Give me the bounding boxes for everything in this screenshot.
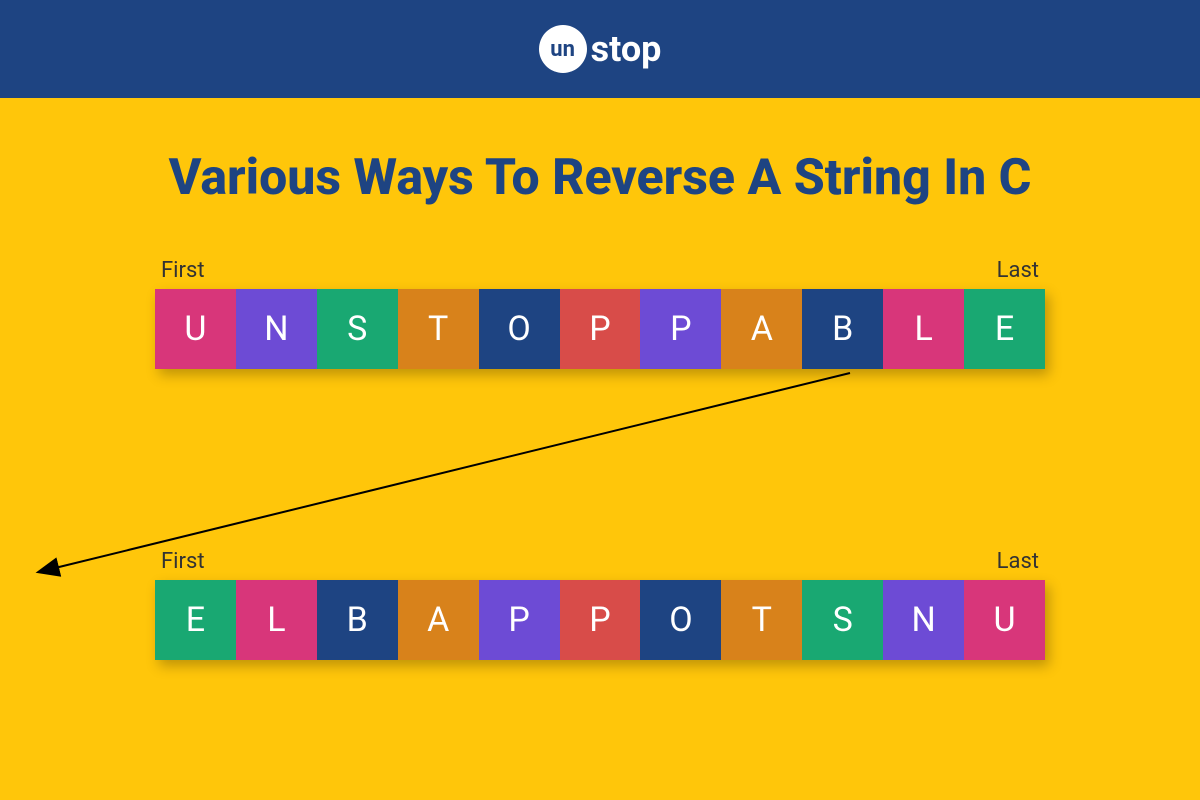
cell-n-9: N [883,580,964,660]
page-title: Various Ways To Reverse A String In C [0,148,1200,208]
cell-p-6: P [640,289,721,369]
cell-p-4: P [479,580,560,660]
cell-e-0: E [155,580,236,660]
row1-last-label: Last [997,258,1039,283]
logo-right-text: stop [591,28,662,70]
cell-u-0: U [155,289,236,369]
cell-l-9: L [883,289,964,369]
row1-first-label: First [161,258,205,283]
row2-last-label: Last [997,549,1039,574]
logo-circle: un [539,25,587,73]
cell-n-1: N [236,289,317,369]
cell-a-3: A [398,580,479,660]
row2-first-label: First [161,549,205,574]
cell-o-6: O [640,580,721,660]
cell-e-10: E [964,289,1045,369]
cell-b-2: B [317,580,398,660]
row2-labels: First Last [155,549,1045,574]
cell-p-5: P [560,580,641,660]
cell-l-1: L [236,580,317,660]
cell-b-8: B [802,289,883,369]
cell-a-7: A [721,289,802,369]
row1-labels: First Last [155,258,1045,283]
logo: un stop [539,25,662,73]
row2-wrapper: First Last ELBAPPOTSNU [155,549,1045,660]
diagram-container: First Last UNSTOPPABLE First Last ELBAPP… [0,258,1200,660]
cell-p-5: P [560,289,641,369]
cell-t-3: T [398,289,479,369]
header-bar: un stop [0,0,1200,98]
cell-t-7: T [721,580,802,660]
string-row-reversed: ELBAPPOTSNU [155,580,1045,660]
cell-s-8: S [802,580,883,660]
cell-u-10: U [964,580,1045,660]
string-row-original: UNSTOPPABLE [155,289,1045,369]
cell-o-4: O [479,289,560,369]
logo-left-text: un [550,37,575,62]
row1-wrapper: First Last UNSTOPPABLE [155,258,1045,369]
cell-s-2: S [317,289,398,369]
